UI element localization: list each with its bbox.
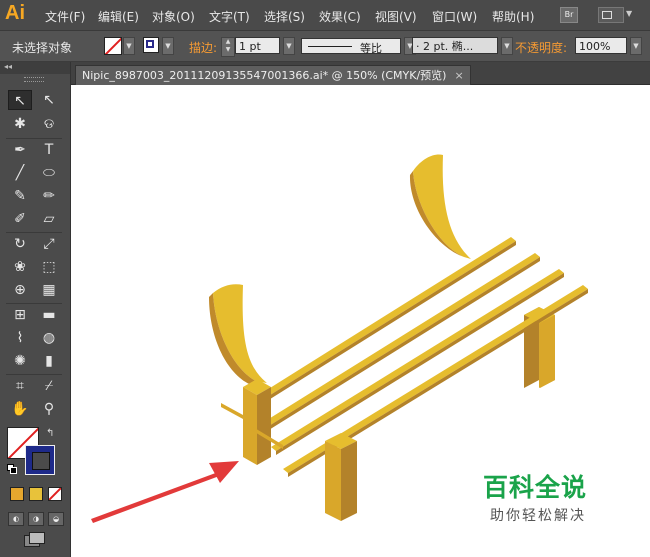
eyedropper-tool-icon[interactable]: ⌇ [8, 328, 32, 348]
opacity-label[interactable]: 不透明度: [515, 39, 567, 56]
fill-swatch[interactable] [104, 37, 122, 55]
opacity-field[interactable]: 100% [575, 37, 627, 54]
chevron-down-icon[interactable]: ▼ [123, 37, 135, 55]
selection-status: 未选择对象 [12, 41, 73, 55]
menu-view[interactable]: 视图(V) [375, 8, 417, 25]
bench-backrest-left[interactable] [209, 284, 267, 385]
tools-panel-header[interactable]: ◂◂ [0, 62, 70, 74]
tools-divider [6, 303, 62, 304]
menu-edit[interactable]: 编辑(E) [98, 8, 139, 25]
none-mode-icon[interactable] [48, 487, 62, 501]
scale-tool-icon[interactable]: ⤢ [37, 234, 61, 254]
menu-file[interactable]: 文件(F) [45, 8, 85, 25]
zoom-tool-icon[interactable]: ⚲ [37, 399, 61, 419]
bench-leg-front-left[interactable] [243, 379, 271, 465]
symbol-sprayer-tool-icon[interactable]: ✺ [8, 351, 32, 371]
menu-object[interactable]: 对象(O) [152, 8, 195, 25]
document-tab[interactable]: Nipic_8987003_20111209135547001366.ai* @… [75, 65, 471, 85]
tools-divider [6, 138, 62, 139]
brush-definition-field[interactable]: · 2 pt. 椭... [412, 37, 498, 54]
menu-help[interactable]: 帮助(H) [492, 8, 534, 25]
profile-line-icon [308, 46, 352, 47]
draw-inside-icon[interactable]: ◒ [48, 512, 64, 526]
pen-tool-icon[interactable]: ✒ [8, 140, 32, 160]
pencil-tool-icon[interactable]: ✏ [37, 186, 61, 206]
stroke-weight-stepper[interactable]: ▲ ▼ [221, 37, 235, 57]
screen-mode-icon[interactable] [24, 532, 45, 547]
tools-divider [6, 232, 62, 233]
stroke-label[interactable]: 描边: [189, 39, 217, 56]
document-tab-bar: Nipic_8987003_20111209135547001366.ai* @… [71, 62, 650, 85]
control-bar: 未选择对象 ▼ ▼ 描边: ▲ ▼ 1 pt ▼ 等比 ▼ · 2 pt. 椭..… [0, 31, 650, 62]
lasso-tool-icon[interactable]: ଡ [37, 114, 61, 134]
profile-label: 等比 [360, 42, 382, 55]
watermark-title: 百科全说 [483, 473, 588, 502]
mesh-tool-icon[interactable]: ⊞ [8, 305, 32, 325]
menu-effect[interactable]: 效果(C) [319, 8, 361, 25]
warp-tool-icon[interactable]: ❀ [8, 257, 32, 277]
bench-leg-front-right[interactable] [325, 433, 357, 521]
stroke-weight-field[interactable]: 1 pt [235, 37, 280, 54]
draw-normal-icon[interactable]: ◐ [8, 512, 24, 526]
free-transform-tool-icon[interactable]: ⬚ [37, 257, 61, 277]
bench-backrest-right[interactable] [409, 154, 471, 259]
artboard-tool-icon[interactable]: ⌗ [8, 376, 32, 396]
menu-window[interactable]: 窗口(W) [432, 8, 477, 25]
line-segment-tool-icon[interactable]: ╱ [8, 163, 32, 183]
tools-panel: ◂◂ ↖ ↖ ✱ ଡ ✒ T ╱ ⬭ ✎ ✏ ✐ ▱ ↻ ⤢ ❀ ⬚ ⊕ ▦ ⊞… [0, 62, 71, 557]
gradient-tool-icon[interactable]: ▬ [37, 305, 61, 325]
perspective-grid-tool-icon[interactable]: ▦ [37, 280, 61, 300]
artboard-canvas[interactable]: 百科全说 助你轻松解决 [71, 85, 650, 557]
swap-fill-stroke-icon[interactable]: ↰ [46, 428, 54, 439]
app-logo: Ai [5, 2, 25, 24]
ellipse-tool-icon[interactable]: ⬭ [37, 163, 61, 183]
blend-tool-icon[interactable]: ◍ [37, 328, 61, 348]
draw-behind-icon[interactable]: ◑ [28, 512, 44, 526]
type-tool-icon[interactable]: T [37, 140, 61, 160]
column-graph-tool-icon[interactable]: ▮ [37, 351, 61, 371]
direct-selection-tool-icon[interactable]: ↖ [37, 90, 61, 110]
chevron-down-icon[interactable]: ▼ [501, 37, 513, 55]
paintbrush-tool-icon[interactable]: ✎ [8, 186, 32, 206]
chevron-down-icon[interactable]: ▼ [630, 37, 642, 55]
chevron-down-icon[interactable]: ▼ [283, 37, 295, 55]
menu-type[interactable]: 文字(T) [209, 8, 250, 25]
chevron-down-icon[interactable]: ▼ [626, 9, 632, 18]
close-icon[interactable]: × [454, 69, 463, 82]
watermark-subtitle: 助你轻松解决 [490, 508, 586, 524]
eraser-tool-icon[interactable]: ▱ [37, 209, 61, 229]
variable-width-profile[interactable]: 等比 [301, 38, 401, 55]
gradient-mode-icon[interactable] [29, 487, 43, 501]
document-tab-title: Nipic_8987003_20111209135547001366.ai* @… [82, 69, 447, 82]
default-fill-stroke-icon[interactable] [7, 464, 17, 474]
bridge-button[interactable]: Br [560, 7, 578, 23]
panel-grip-icon[interactable] [24, 77, 44, 82]
stroke-swatch[interactable] [143, 37, 159, 53]
menu-bar: Ai 文件(F) 编辑(E) 对象(O) 文字(T) 选择(S) 效果(C) 视… [0, 0, 650, 31]
menu-select[interactable]: 选择(S) [264, 8, 305, 25]
rotate-tool-icon[interactable]: ↻ [8, 234, 32, 254]
stroke-color-box[interactable] [25, 445, 55, 475]
selection-tool-icon[interactable]: ↖ [8, 90, 32, 110]
red-arrow-annotation [91, 461, 239, 523]
hand-tool-icon[interactable]: ✋ [8, 399, 32, 419]
chevron-down-icon[interactable]: ▼ [162, 37, 174, 55]
shape-builder-tool-icon[interactable]: ⊕ [8, 280, 32, 300]
blob-brush-tool-icon[interactable]: ✐ [8, 209, 32, 229]
slice-tool-icon[interactable]: ⌿ [37, 376, 61, 396]
collapse-icon[interactable]: ◂◂ [4, 62, 12, 71]
magic-wand-tool-icon[interactable]: ✱ [8, 114, 32, 134]
workspace-switcher-icon[interactable] [598, 7, 624, 23]
tools-divider [6, 374, 62, 375]
color-mode-icon[interactable] [10, 487, 24, 501]
